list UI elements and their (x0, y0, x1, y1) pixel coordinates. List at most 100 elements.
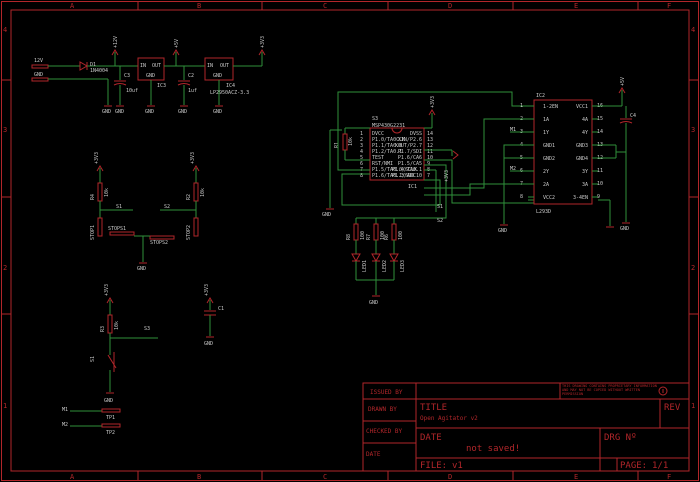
s1-net-label: S1 (116, 204, 122, 210)
m2-net-label: M2 (510, 166, 516, 172)
tp1-label: TP1 (106, 415, 115, 421)
l293-pin-right-label: 4Y (582, 130, 588, 136)
r2-value: 10k (200, 188, 206, 197)
l293-pin-left-number: 1 (520, 103, 523, 109)
m1-net-label: M1 (510, 127, 516, 133)
led2-symbol (371, 253, 381, 263)
input-gnd-label: GND (34, 72, 43, 78)
stops1-connector (109, 231, 135, 236)
r7-name: R7 (366, 234, 372, 240)
stops2-label: STOPS2 (150, 240, 168, 246)
gnd-label-c2: GND (178, 109, 187, 115)
gnd-label-leds: GND (369, 300, 378, 306)
row-label-1-right: 1 (691, 402, 695, 410)
stop2-connector (193, 217, 199, 237)
date-label: DATE (420, 433, 442, 443)
led1-label: LED1 (362, 260, 368, 272)
l293-pin-right-label: GND4 (576, 156, 588, 162)
row-label-2: 2 (3, 264, 7, 272)
checked-by-label: CHECKED BY (366, 428, 403, 435)
r3-resistor (107, 314, 113, 334)
l293d-chip (533, 99, 593, 205)
gnd-label-mcu: GND (322, 212, 331, 218)
m1-net-tp: M1 (62, 407, 68, 413)
drg-label: DRG Nº (604, 433, 637, 443)
gnd-label-start: GND (104, 398, 113, 404)
msp-ref: S3 (372, 116, 378, 122)
r8-name: R8 (346, 234, 352, 240)
m2-net-tp: M2 (62, 422, 68, 428)
row-label-1: 1 (3, 402, 7, 410)
r4-3v3-label: +3V3 (94, 152, 100, 164)
c2-name: C2 (188, 73, 194, 79)
s1-switch (107, 354, 117, 369)
start-button-section: +3V3 R3 10k S3 S1 GND (90, 284, 158, 404)
page-label: PAGE: (620, 461, 647, 471)
r3-name: R3 (100, 326, 106, 332)
title-value: Open Agitator v2 (420, 415, 478, 422)
gnd-label-c1: GND (204, 341, 213, 347)
r1-value: 10k (348, 137, 354, 146)
rev-label: REV (664, 403, 681, 413)
led3-symbol (389, 253, 399, 263)
col-label-b-bottom: B (197, 473, 201, 481)
l293-pin-left-label: 1-2EN (543, 104, 558, 110)
mcu-3v3-label: +3V3 (430, 96, 436, 108)
proprietary-notice: THIS DRAWING CONTAINS PROPRIETARY INFORM… (562, 384, 657, 396)
s3-net-label: S3 (144, 326, 150, 332)
c4-name: C4 (630, 113, 636, 119)
row-label-3-right: 3 (691, 126, 695, 134)
l293-pin-left-label: 1Y (543, 130, 549, 136)
mcu-3v3-label-b: +3V3 (444, 170, 450, 182)
ic3-name: IC3 (157, 83, 166, 89)
mcu-arrow-icon (452, 150, 459, 160)
title-block: ISSUED BY DRAWN BY CHECKED BY DATE THIS … (362, 382, 690, 472)
col-label-d: D (448, 2, 452, 10)
d1-diode-symbol (79, 61, 89, 71)
l293-pin-right-label: VCC1 (576, 104, 588, 110)
issued-by-label: ISSUED BY (370, 389, 403, 396)
stop1-connector (97, 217, 103, 237)
r1-name: R1 (334, 142, 340, 148)
stops1-label: STOPS1 (108, 226, 126, 232)
mcu-s1-net: S1 (437, 204, 443, 210)
l293-pin-right-label: 3A (582, 182, 588, 188)
stop-switch-section: +3V3 R4 10k S1 STOP1 +3V3 R2 10k S2 STOP… (90, 152, 206, 272)
col-label-e-bottom: E (574, 473, 578, 481)
gnd-label-ic4: GND (213, 109, 222, 115)
c1-3v3-label: +3V3 (204, 284, 210, 296)
schematic-sheet: A B C D E F A B C D E F 4 3 2 1 4 3 2 1 … (1, 1, 699, 481)
page-value: 1/1 (652, 461, 668, 471)
msp-value: MSP430G2231 (372, 123, 405, 129)
gnd-label-ic3: GND (145, 109, 154, 115)
tp2-label: TP2 (106, 430, 115, 436)
col-label-c-bottom: C (323, 473, 327, 481)
row-label-4-right: 4 (691, 26, 695, 34)
d1-value: 1N4004 (90, 68, 108, 74)
col-label-a-bottom: A (70, 473, 75, 481)
l293-pin-left-number: 8 (520, 194, 523, 200)
input-12v-label: 12V (34, 58, 43, 64)
gnd-label-l293: GND (498, 228, 507, 234)
drawn-by-label: DRAWN BY (368, 406, 397, 413)
r3-3v3-label: +3V3 (104, 284, 110, 296)
r6-name: R6 (384, 234, 390, 240)
input-gnd-connector (31, 77, 49, 82)
motor-driver-section: IC2 L293D 1-2EN11A21Y3GND14GND252Y62A7VC… (424, 77, 636, 234)
l293-pin-left-label: 2Y (543, 169, 549, 175)
stop2-label: STOP2 (186, 225, 192, 240)
mcu-section: S3 MSP430G2231 IC1 DVCC1P1.0/TA0CLK2P1.1… (322, 91, 535, 306)
r1-resistor (342, 133, 348, 151)
l293-5v-label: +5V (620, 77, 626, 86)
l293-pin-left-label: 1A (543, 117, 549, 123)
l293-pin-right-label: 3Y (582, 169, 588, 175)
row-label-4: 4 (3, 26, 7, 34)
r4-name: R4 (90, 194, 96, 200)
led3-label: LED3 (400, 260, 406, 272)
title-label: TITLE (420, 403, 447, 413)
ic3-gnd-pin: GND (146, 73, 155, 79)
gnd-label-d1: GND (102, 109, 111, 115)
plus5v-label: +5V (174, 39, 180, 48)
file-value: v1 (452, 461, 463, 471)
msp-pin-right-number: 7 (427, 173, 430, 179)
